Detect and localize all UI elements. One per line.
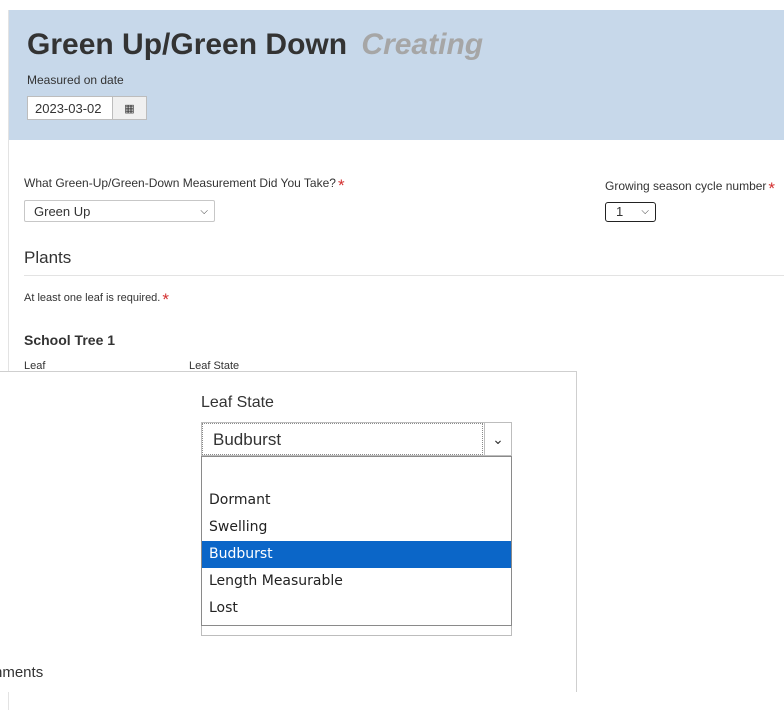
option-length-measurable[interactable]: Length Measurable: [202, 568, 511, 595]
form-title: Green Up/Green Down: [27, 28, 348, 61]
chevron-down-icon: ⌵: [200, 206, 208, 217]
required-marker: *: [162, 290, 169, 309]
leaf-state-options: Dormant Swelling Budburst Length Measura…: [201, 456, 512, 626]
required-marker: *: [337, 176, 345, 195]
date-picker: 2023-03-02 ▦: [27, 96, 147, 122]
chevron-down-icon: ⌄: [492, 431, 504, 447]
dropdown-toggle[interactable]: ⌄: [484, 423, 511, 455]
status-text: Creating: [361, 28, 484, 61]
calendar-icon: ▦: [124, 103, 135, 115]
comments-heading: nments: [0, 664, 44, 681]
leaf-state-select-value: Budburst: [202, 423, 483, 455]
cycle-number-value: 1: [616, 204, 624, 219]
option-lost[interactable]: Lost: [202, 595, 511, 622]
option-blank[interactable]: [202, 457, 511, 487]
cycle-number-select[interactable]: 1 ⌵: [605, 202, 656, 222]
option-budburst[interactable]: Budburst: [202, 541, 511, 568]
cycle-number-label: Growing season cycle number *: [605, 179, 776, 198]
zoom-inset: f f f Leaf State Budburst ⌄ Dormant Swel…: [0, 371, 577, 692]
leaf-state-select-background: [201, 626, 512, 636]
plants-heading: Plants: [24, 248, 72, 267]
measurement-question-label: What Green-Up/Green-Down Measurement Did…: [24, 176, 345, 195]
option-dormant[interactable]: Dormant: [202, 487, 511, 514]
divider: [24, 275, 784, 276]
tree-title: School Tree 1: [24, 332, 116, 348]
page-title: Green Up/Green Down Creating: [27, 28, 483, 62]
option-swelling[interactable]: Swelling: [202, 514, 511, 541]
header-panel: Green Up/Green Down Creating Measured on…: [9, 10, 784, 140]
leaf-required-note: At least one leaf is required. *: [24, 290, 169, 309]
calendar-button[interactable]: ▦: [113, 96, 147, 120]
leaf-state-select[interactable]: Budburst ⌄: [201, 422, 512, 456]
required-marker: *: [768, 179, 776, 198]
measurement-select[interactable]: Green Up ⌵: [24, 200, 215, 222]
measured-date-input[interactable]: 2023-03-02: [27, 96, 113, 120]
measured-date-label: Measured on date: [27, 73, 124, 87]
chevron-down-icon: ⌵: [641, 206, 649, 217]
measurement-select-value: Green Up: [34, 204, 91, 219]
leaf-state-label: Leaf State: [201, 394, 274, 411]
